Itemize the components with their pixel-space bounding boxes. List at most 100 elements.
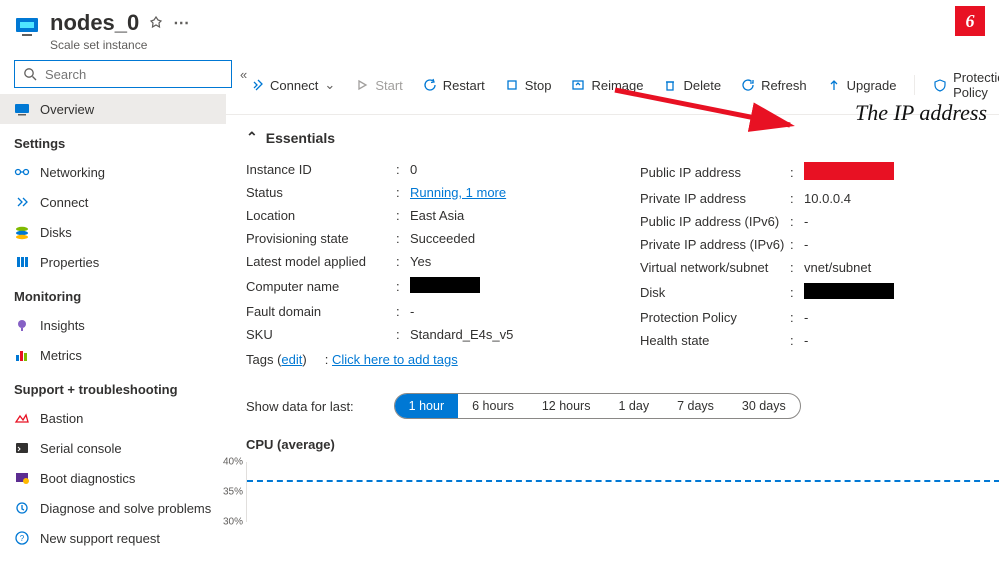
resource-header: nodes_0 ⋯ Scale set instance (0, 0, 999, 60)
sidebar-item-metrics[interactable]: Metrics (0, 340, 226, 370)
sidebar-item-diagnose-problems[interactable]: Diagnose and solve problems (0, 493, 226, 523)
support-icon: ? (14, 530, 30, 546)
refresh-button[interactable]: Refresh (733, 74, 815, 97)
tags-edit-link[interactable]: edit (281, 352, 302, 367)
sidebar-item-label: Boot diagnostics (40, 471, 135, 486)
delete-button[interactable]: Delete (655, 74, 729, 97)
vnet-label: Virtual network/subnet (640, 260, 790, 275)
sidebar-item-label: Metrics (40, 348, 82, 363)
stop-icon (505, 78, 519, 92)
sidebar-item-label: New support request (40, 531, 160, 546)
sidebar-item-connect[interactable]: Connect (0, 187, 226, 217)
sku-value: Standard_E4s_v5 (410, 327, 620, 342)
time-range-option[interactable]: 1 day (604, 394, 663, 418)
model-applied-label: Latest model applied (246, 254, 396, 269)
upgrade-button[interactable]: Upgrade (819, 74, 905, 97)
connect-icon (14, 194, 30, 210)
privip-value: 10.0.0.4 (804, 191, 999, 206)
shield-icon (933, 78, 947, 92)
time-range-option[interactable]: 6 hours (458, 394, 528, 418)
chevron-down-icon: ⌄ (324, 77, 335, 93)
model-applied-value: Yes (410, 254, 620, 269)
annotation-text: The IP address (855, 100, 987, 126)
sidebar-section-support: Support + troubleshooting (0, 370, 226, 403)
sidebar-item-insights[interactable]: Insights (0, 310, 226, 340)
protection-policy-button[interactable]: Protection Policy (925, 66, 999, 104)
essentials-section: ⌃ Essentials Instance ID:0 Status:Runnin… (226, 115, 999, 377)
sidebar-item-properties[interactable]: Properties (0, 247, 226, 277)
resource-subtitle: Scale set instance (50, 38, 189, 52)
sidebar-item-bastion[interactable]: Bastion (0, 403, 226, 433)
essentials-toggle[interactable]: ⌃ Essentials (246, 129, 999, 146)
disk-value (804, 283, 999, 302)
prov-state-label: Provisioning state (246, 231, 396, 246)
sidebar-item-label: Overview (40, 102, 94, 117)
status-label: Status (246, 185, 396, 200)
privip6-value: - (804, 237, 999, 252)
play-icon (355, 78, 369, 92)
pin-icon[interactable] (149, 10, 163, 36)
annotation-step-badge: 6 (955, 6, 985, 36)
sku-label: SKU (246, 327, 396, 342)
properties-icon (14, 254, 30, 270)
sidebar-search[interactable] (14, 60, 232, 88)
restart-icon (423, 78, 437, 92)
disk-label: Disk (640, 285, 790, 300)
prov-state-value: Succeeded (410, 231, 620, 246)
more-icon[interactable]: ⋯ (173, 13, 189, 33)
sidebar-item-disks[interactable]: Disks (0, 217, 226, 247)
start-button[interactable]: Start (347, 74, 410, 97)
time-range-option[interactable]: 1 hour (395, 394, 458, 418)
cpu-chart[interactable]: 30%35%40% (246, 462, 999, 522)
sidebar-item-label: Insights (40, 318, 85, 333)
health-value: - (804, 333, 999, 348)
restart-button[interactable]: Restart (415, 74, 493, 97)
chevron-up-icon: ⌃ (246, 129, 258, 146)
fault-domain-label: Fault domain (246, 304, 396, 319)
time-range-option[interactable]: 12 hours (528, 394, 605, 418)
instance-id-value: 0 (410, 162, 620, 177)
search-input[interactable] (43, 66, 223, 83)
y-tick-label: 35% (223, 487, 243, 498)
reimage-icon (571, 78, 585, 92)
chart-title: CPU (average) (246, 437, 999, 452)
vm-icon (14, 101, 30, 117)
time-range-label: Show data for last: (246, 399, 354, 414)
sidebar-item-label: Properties (40, 255, 99, 270)
privip6-label: Private IP address (IPv6) (640, 237, 790, 252)
page-title: nodes_0 (50, 10, 139, 36)
sidebar-item-networking[interactable]: Networking (0, 157, 226, 187)
disks-icon (14, 224, 30, 240)
reimage-button[interactable]: Reimage (563, 74, 651, 97)
sidebar-section-monitoring: Monitoring (0, 277, 226, 310)
upgrade-icon (827, 78, 841, 92)
stop-button[interactable]: Stop (497, 74, 560, 97)
insights-icon (14, 317, 30, 333)
pubip-value (804, 162, 999, 183)
protpol-value: - (804, 310, 999, 325)
pubip-label: Public IP address (640, 165, 790, 180)
sidebar-item-overview[interactable]: Overview (0, 94, 226, 124)
connect-button[interactable]: Connect ⌄ (242, 73, 343, 97)
toolbar-separator (914, 75, 915, 95)
plug-icon (250, 78, 264, 92)
metrics-icon (14, 347, 30, 363)
tags-row: Tags (edit) : Click here to add tags (246, 346, 620, 367)
console-icon (14, 440, 30, 456)
refresh-icon (741, 78, 755, 92)
time-range-option[interactable]: 7 days (663, 394, 728, 418)
time-range-option[interactable]: 30 days (728, 394, 800, 418)
sidebar-item-boot-diagnostics[interactable]: Boot diagnostics (0, 463, 226, 493)
fault-domain-value: - (410, 304, 620, 319)
sidebar-item-serial-console[interactable]: Serial console (0, 433, 226, 463)
computer-name-value (410, 277, 620, 296)
main-content: Connect ⌄ Start Restart Stop Reimage (226, 60, 999, 563)
sidebar-item-label: Connect (40, 195, 88, 210)
sidebar-item-label: Disks (40, 225, 72, 240)
computer-name-label: Computer name (246, 279, 396, 294)
vnet-value: vnet/subnet (804, 260, 999, 275)
tags-add-link[interactable]: Click here to add tags (332, 352, 458, 367)
status-value[interactable]: Running, 1 more (410, 185, 620, 200)
sidebar-item-new-support-request[interactable]: ? New support request (0, 523, 226, 553)
boot-diag-icon (14, 470, 30, 486)
